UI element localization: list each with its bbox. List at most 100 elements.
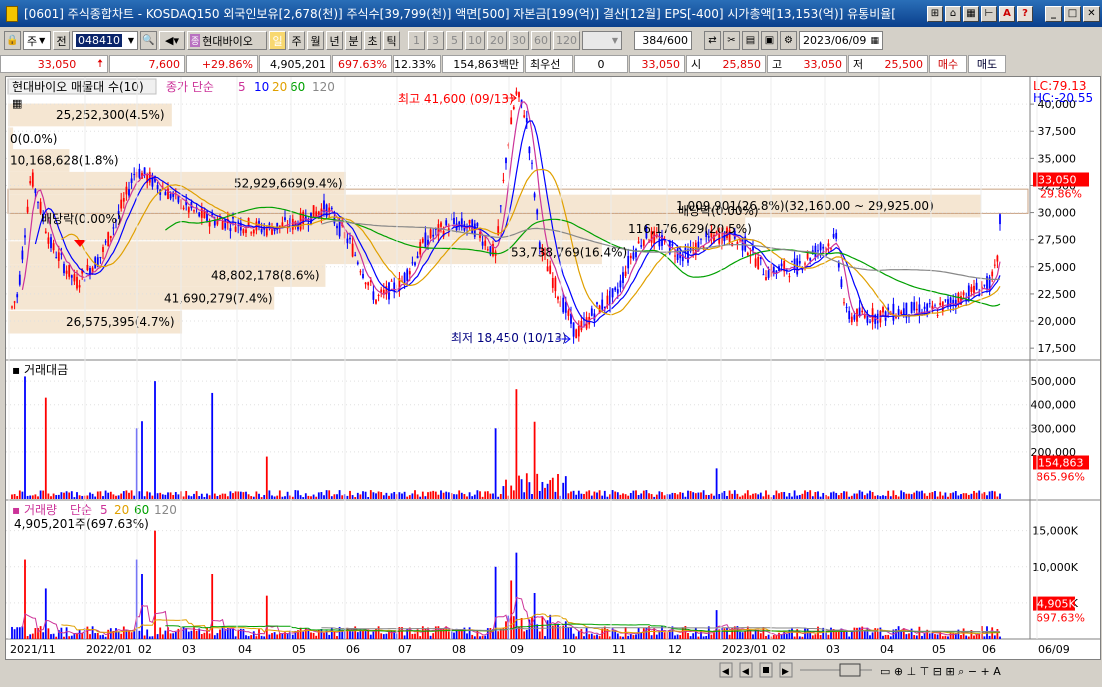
minimize-button[interactable]: _ (1045, 5, 1062, 22)
candle-body (224, 219, 227, 229)
amount-bar (671, 492, 674, 499)
home-icon[interactable]: ⌂ (945, 5, 961, 22)
amount-bar (692, 492, 695, 499)
amount-bar (843, 491, 845, 499)
interval-3-button[interactable]: 3 (427, 31, 444, 50)
amount-bar (159, 492, 162, 499)
stock-name-field[interactable]: 종 현대바이오 (187, 31, 267, 50)
period-year-button[interactable]: 년 (326, 31, 343, 50)
buy-button[interactable]: 매수 (929, 55, 967, 73)
amount-bar (960, 494, 962, 499)
candle-body (791, 261, 793, 263)
interval-5-button[interactable]: 5 (446, 31, 463, 50)
gear-icon[interactable]: ⚙ (780, 31, 797, 50)
link-icon[interactable]: ⊞ (927, 5, 943, 22)
interval-1-button[interactable]: 1 (408, 31, 425, 50)
candle-body (164, 192, 167, 196)
candle-body (546, 266, 549, 272)
font-icon[interactable]: A (999, 5, 1015, 22)
interval-120-button[interactable]: 120 (553, 31, 580, 50)
volume-bar (785, 634, 788, 639)
period-minute-button[interactable]: 분 (345, 31, 362, 50)
close-button[interactable]: ✕ (1083, 5, 1100, 22)
amount-bar (21, 491, 24, 499)
arrows-icon[interactable]: ⇄ (704, 31, 721, 50)
period-type-select[interactable]: 주 ▼ (23, 31, 51, 50)
amount-bar (562, 482, 565, 499)
candle-body (531, 162, 533, 164)
amount-bar (858, 490, 861, 499)
candle-body (107, 232, 110, 247)
amount-bar (863, 495, 866, 499)
amount-bar (63, 492, 65, 499)
lock-icon[interactable]: 🔒 (4, 31, 21, 50)
pin-icon[interactable]: ⊢ (981, 5, 997, 22)
volume-bar (577, 631, 580, 639)
amount-bar (887, 490, 890, 499)
amount-bar (109, 491, 112, 499)
amount-bar (731, 493, 734, 499)
candle-body (133, 174, 136, 176)
grid-icon[interactable]: ▦ (963, 5, 979, 22)
volume-ma-period: 20 (114, 503, 129, 517)
amount-bar (208, 495, 211, 499)
search-icon[interactable]: 🔍 (140, 31, 157, 50)
amount-bar (648, 493, 650, 499)
volume-bar (458, 630, 461, 639)
scroll-thumb[interactable] (839, 663, 861, 677)
volume-bar (928, 633, 931, 639)
amount-bar (923, 493, 926, 499)
volume-bar (185, 628, 188, 639)
candle-body (265, 228, 268, 236)
interval-10-button[interactable]: 10 (465, 31, 485, 50)
count-field[interactable]: 384/600 (634, 31, 692, 50)
code-value: 048410 (76, 34, 122, 47)
amount-bar (765, 490, 767, 499)
period-tick-button[interactable]: 틱 (383, 31, 400, 50)
candle-body (122, 198, 125, 202)
interval-20-button[interactable]: 20 (487, 31, 507, 50)
period-month-button[interactable]: 월 (307, 31, 324, 50)
candle-body (73, 274, 76, 282)
interval-60-button[interactable]: 60 (531, 31, 551, 50)
speaker-icon[interactable]: ◀▾ (159, 31, 185, 50)
print-icon[interactable]: ▤ (742, 31, 759, 50)
sell-button[interactable]: 매도 (968, 55, 1006, 73)
daily-button[interactable]: 일 (269, 31, 286, 50)
period-second-button[interactable]: 초 (364, 31, 381, 50)
date-field[interactable]: 2023/06/09 ▦ (799, 31, 883, 50)
amount-bar (141, 421, 143, 499)
interval-select[interactable]: ▼ (582, 31, 622, 50)
amount-bar (965, 493, 968, 499)
amount-bar (557, 474, 559, 499)
amount-bar (676, 494, 679, 499)
candle-body (788, 276, 791, 278)
code-input[interactable]: 048410 ▼ (72, 31, 138, 50)
amount-bar (182, 496, 185, 499)
amount-bar (237, 491, 240, 499)
interval-30-button[interactable]: 30 (509, 31, 529, 50)
amount-bar (895, 494, 897, 499)
volume-profile-label: 25,252,300(4.5%) (56, 108, 165, 122)
maximize-button[interactable]: □ (1064, 5, 1081, 22)
toolbar-icons[interactable]: ▭ ⊕ ⊥ ⊤ ⊟ ⊞ ⌕ − + A (880, 665, 1001, 678)
save-icon[interactable]: ▣ (761, 31, 778, 50)
candle-body (611, 288, 614, 298)
candle-body (939, 302, 942, 306)
market-button[interactable]: 전 (53, 31, 70, 50)
amount-bar (520, 479, 523, 499)
amount-bar (122, 491, 125, 499)
volume-bar (39, 626, 42, 639)
amount-bar (497, 496, 500, 499)
volume-ma-period: 120 (154, 503, 177, 517)
period-week-button[interactable]: 주 (288, 31, 305, 50)
chart-area[interactable]: 40,00037,50035,00032,50030,00027,50025,0… (5, 76, 1101, 660)
volume-bar (453, 632, 455, 639)
amount-bar (325, 490, 328, 499)
volume-bar (939, 631, 942, 639)
candle-body (76, 276, 78, 289)
chart-canvas[interactable]: 40,00037,50035,00032,50030,00027,50025,0… (6, 77, 1100, 659)
help-icon[interactable]: ? (1017, 5, 1033, 22)
scissors-icon[interactable]: ✂ (723, 31, 740, 50)
volume-bar (229, 628, 232, 639)
